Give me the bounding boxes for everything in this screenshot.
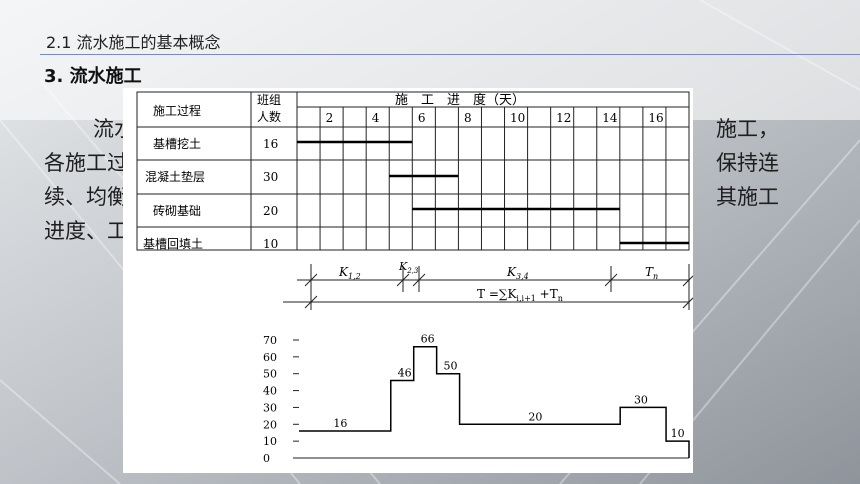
row-name-3: 砖砌基础: [153, 203, 201, 218]
resource-value-label: 30: [634, 393, 648, 406]
body-text-left-2: 各施工过: [44, 151, 128, 175]
body-text-right-1: 施工，: [716, 117, 779, 141]
day-tick-label: 16: [648, 111, 663, 125]
formula-head: T =∑K: [477, 287, 517, 301]
y-tick-label: 10: [263, 435, 277, 448]
tn-subscript: n: [653, 272, 658, 281]
resource-value-label: 10: [671, 427, 685, 440]
row-name-2: 混凝土垫层: [145, 169, 205, 184]
row-people-2: 30: [263, 170, 278, 184]
body-text-right-3: 其施工: [716, 185, 779, 209]
y-tick-label: 0: [263, 452, 270, 465]
y-tick-label: 30: [263, 401, 277, 414]
flow-construction-figure: 施工过程 班组 人数 施 工 进 度（天） 2468101214161818 基…: [123, 88, 693, 473]
k12-label: K1,2: [338, 265, 361, 281]
y-tick-label: 60: [263, 351, 277, 364]
header-process: 施工过程: [153, 103, 201, 118]
day-tick-label: 2: [326, 111, 334, 125]
y-tick-label: 50: [263, 368, 277, 381]
row-people-3: 20: [263, 204, 278, 218]
resource-value-label: 20: [528, 410, 542, 423]
slide-title: 2.1 流水施工的基本概念: [46, 33, 221, 52]
header-progress: 施 工 进 度（天）: [395, 92, 525, 108]
formula-tail-sub: n: [558, 294, 563, 303]
resource-value-label: 16: [333, 417, 347, 430]
y-tick-label: 20: [263, 418, 277, 431]
k23-label: K2,3: [398, 260, 419, 275]
tn-label: Tn: [645, 265, 658, 281]
section-heading: 3. 流水施工: [44, 66, 142, 87]
row-people-4: 10: [263, 237, 278, 251]
k34-label: K3,4: [506, 265, 529, 281]
formula-sub: i,i+1: [516, 294, 535, 303]
body-text-left-3: 续、均衡: [44, 185, 128, 209]
row-people-1: 16: [263, 137, 278, 151]
resource-value-label: 46: [398, 366, 412, 379]
row-name-1: 基槽挖土: [153, 136, 201, 151]
total-duration-formula: T =∑Ki,i+1 +Tn: [477, 287, 563, 303]
resource-step-line: [299, 345, 690, 458]
body-text-right-2: 保持连: [716, 151, 779, 175]
day-tick-label: 4: [372, 111, 380, 125]
k12-subscript: 1,2: [348, 272, 361, 281]
y-tick-label: 70: [263, 334, 277, 347]
row-name-4: 基槽回填土: [143, 237, 203, 251]
day-tick-label: 12: [556, 111, 571, 125]
body-text-left-4: 进度、工: [44, 219, 128, 243]
title-divider: [40, 54, 860, 55]
schedule-table: 施工过程 班组 人数 施 工 进 度（天） 2468101214161818 基…: [136, 91, 693, 465]
header-team-1: 班组: [257, 93, 281, 107]
k23-subscript: 2,3: [406, 267, 419, 275]
day-tick-label: 8: [464, 111, 472, 125]
resource-value-label: 66: [421, 333, 435, 346]
y-tick-label: 40: [263, 385, 277, 398]
formula-tail: +T: [536, 287, 558, 301]
k34-subscript: 3,4: [516, 272, 529, 281]
day-tick-label: 10: [510, 111, 525, 125]
day-tick-label: 14: [602, 111, 618, 125]
resource-value-label: 50: [444, 360, 458, 373]
day-tick-label: 6: [418, 111, 426, 125]
header-team-2: 人数: [257, 109, 281, 124]
